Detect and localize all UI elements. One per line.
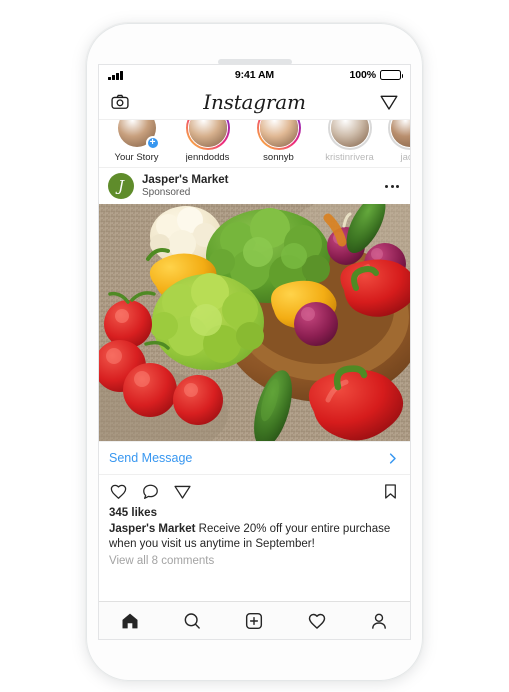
story-ring [327, 120, 372, 150]
story-item-your-story[interactable]: + Your Story [101, 120, 172, 163]
avatar-photo [330, 120, 369, 147]
post-account-name[interactable]: Jasper's Market [142, 174, 375, 187]
avatar-photo [188, 120, 227, 147]
tab-home[interactable] [110, 602, 150, 639]
chevron-right-icon [385, 451, 400, 466]
avatar [258, 120, 299, 148]
battery-percent-label: 100% [349, 69, 377, 81]
post-photo[interactable] [99, 204, 410, 441]
status-bar: 9:41 AM 100% [99, 65, 410, 85]
bookmark-icon[interactable] [381, 482, 400, 501]
story-ring [388, 120, 410, 150]
story-label: kristinrivera [325, 152, 374, 163]
story-item-jacki[interactable]: jacki [385, 120, 410, 163]
avatar-photo [259, 120, 298, 147]
feed-post: J Jasper's Market Sponsored Send Message… [99, 168, 410, 601]
story-label: Your Story [114, 152, 159, 163]
phone-screen: 9:41 AM 100% Instagram + Your Story jenn… [98, 64, 411, 640]
tab-activity[interactable] [297, 602, 337, 639]
story-item-sonnyb[interactable]: sonnyb [243, 120, 314, 163]
avatar [187, 120, 228, 148]
camera-icon[interactable] [109, 91, 131, 113]
story-ring: + [114, 120, 160, 150]
bottom-tab-bar[interactable] [99, 601, 410, 639]
post-caption: Jasper's Market Receive 20% off your ent… [109, 522, 400, 552]
stories-tray[interactable]: + Your Story jenndodds sonnyb kristinrivera j… [99, 120, 410, 168]
status-bar-battery: 100% [274, 69, 403, 81]
signal-bars-icon [108, 70, 235, 80]
app-header: Instagram [99, 85, 410, 120]
add-story-badge[interactable]: + [145, 136, 160, 150]
comment-bubble-icon[interactable] [141, 482, 160, 501]
ellipsis-icon[interactable] [383, 179, 401, 194]
story-label: jacki [400, 152, 410, 163]
story-item-jenndodds[interactable]: jenndodds [172, 120, 243, 163]
story-label: sonnyb [263, 152, 294, 163]
story-item-kristinrivera[interactable]: kristinrivera [314, 120, 385, 163]
story-ring [185, 120, 230, 150]
avatar[interactable]: J [108, 173, 134, 199]
screenshot-stage: 9:41 AM 100% Instagram + Your Story jenn… [0, 0, 509, 692]
tab-profile[interactable] [359, 602, 399, 639]
battery-full-icon [380, 70, 403, 80]
avatar-photo [391, 120, 410, 147]
story-ring [256, 120, 301, 150]
paper-plane-icon[interactable] [378, 91, 400, 113]
caption-author[interactable]: Jasper's Market [109, 523, 195, 535]
story-label: jenndodds [185, 152, 230, 163]
send-message-cta[interactable]: Send Message [99, 441, 410, 475]
avatar-monogram: J [117, 176, 124, 195]
status-bar-time: 9:41 AM [234, 69, 275, 81]
post-sponsored-label: Sponsored [142, 186, 191, 198]
send-message-label: Send Message [109, 451, 193, 465]
post-actions [99, 475, 410, 507]
heart-icon[interactable] [109, 482, 128, 501]
post-header: J Jasper's Market Sponsored [99, 168, 410, 204]
tab-create[interactable] [234, 602, 274, 639]
avatar [329, 120, 370, 148]
tab-search[interactable] [172, 602, 212, 639]
post-caption-area: 345 likes Jasper's Market Receive 20% of… [99, 507, 410, 601]
view-comments-link[interactable]: View all 8 comments [109, 555, 400, 567]
page-title: Instagram [203, 90, 306, 114]
avatar [390, 120, 410, 148]
likes-count: 345 likes [109, 507, 157, 519]
paper-plane-icon[interactable] [173, 482, 192, 501]
post-author-block: Jasper's Market Sponsored [142, 174, 375, 199]
